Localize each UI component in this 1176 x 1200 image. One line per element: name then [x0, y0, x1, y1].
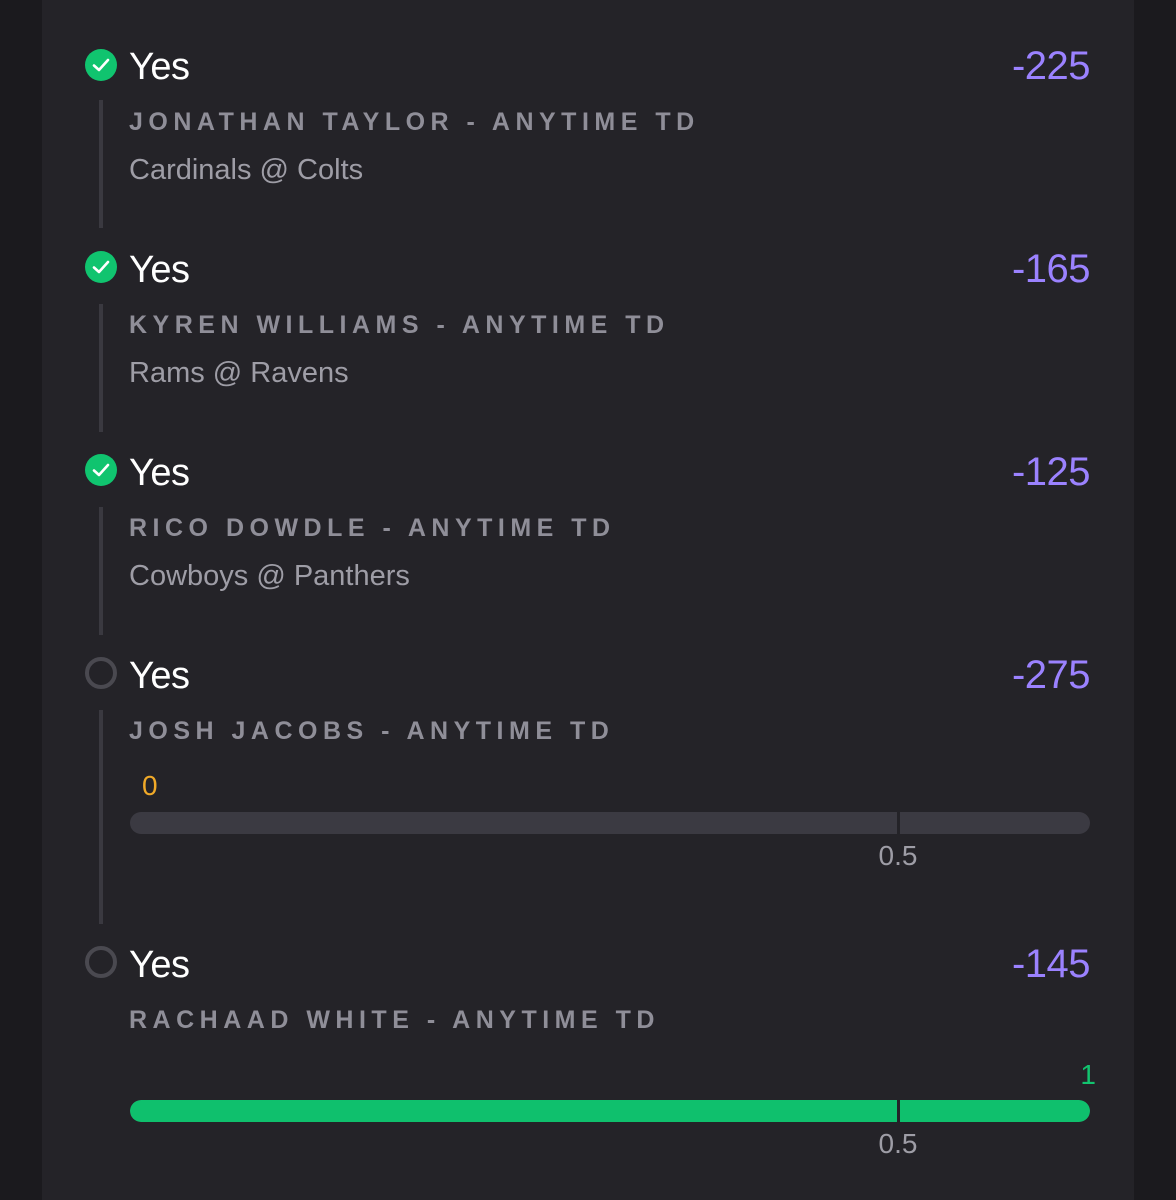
pick-label: Yes — [129, 655, 190, 697]
empty-circle-icon — [85, 657, 117, 689]
leg-connector-line — [99, 507, 103, 635]
leg-connector-line — [99, 304, 103, 432]
progress-current-value: 0 — [142, 770, 158, 801]
threshold-label: 0.5 — [878, 840, 918, 871]
pick-label: Yes — [129, 944, 190, 986]
market-label: JOSH JACOBS - ANYTIME TD — [129, 717, 615, 745]
progress-current-value: 1 — [1080, 1059, 1096, 1090]
pick-label: Yes — [129, 46, 190, 88]
game-matchup: Rams @ Ravens — [129, 357, 349, 389]
threshold-tick — [897, 1100, 900, 1122]
odds-value: -125 — [1011, 450, 1091, 494]
market-label: KYREN WILLIAMS - ANYTIME TD — [129, 311, 670, 339]
odds-value: -225 — [1011, 44, 1091, 88]
check-circle-icon — [85, 49, 117, 81]
progress-track — [130, 1100, 1090, 1122]
game-matchup: Cowboys @ Panthers — [129, 560, 410, 592]
odds-value: -275 — [1011, 653, 1091, 697]
odds-value: -145 — [1011, 942, 1091, 986]
odds-value: -165 — [1011, 247, 1091, 291]
threshold-label: 0.5 — [878, 1128, 918, 1159]
check-circle-icon — [85, 454, 117, 486]
leg-connector-line — [99, 100, 103, 228]
market-label: JONATHAN TAYLOR - ANYTIME TD — [129, 108, 700, 136]
progress-fill — [130, 1100, 1090, 1122]
threshold-tick — [897, 812, 900, 834]
market-label: RICO DOWDLE - ANYTIME TD — [129, 514, 616, 542]
leg-connector-line — [99, 710, 103, 924]
game-matchup: Cardinals @ Colts — [129, 154, 364, 186]
empty-circle-icon — [85, 946, 117, 978]
pick-label: Yes — [129, 452, 190, 494]
market-label: RACHAAD WHITE - ANYTIME TD — [129, 1006, 660, 1034]
progress-track — [130, 812, 1090, 834]
pick-label: Yes — [129, 249, 190, 291]
check-circle-icon — [85, 251, 117, 283]
bet-legs-card: Yes -225 JONATHAN TAYLOR - ANYTIME TD Ca… — [42, 0, 1134, 1200]
